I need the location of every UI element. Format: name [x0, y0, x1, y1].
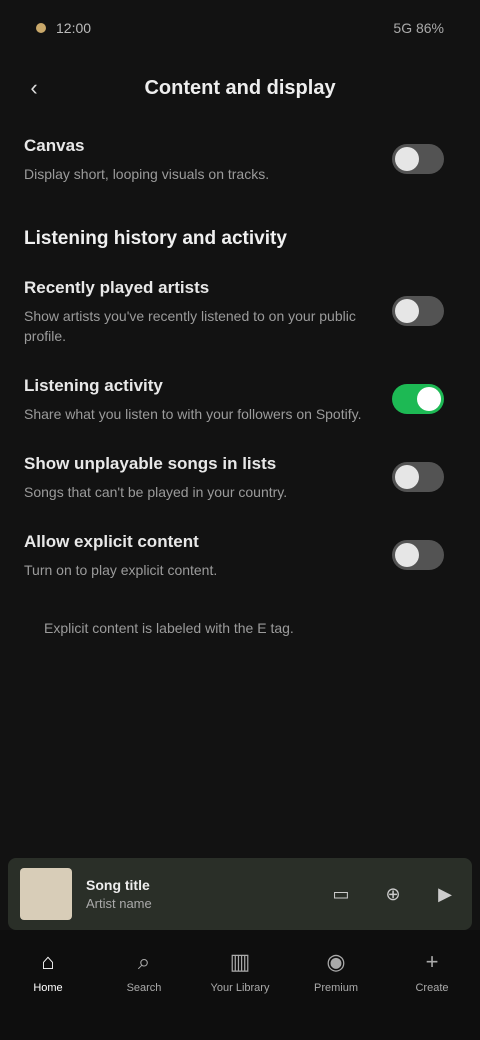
toggle-knob	[417, 387, 441, 411]
setting-title: Show unplayable songs in lists	[24, 454, 277, 473]
nav-label: Create	[415, 982, 449, 994]
nav-item-library[interactable]: ▥ Your Library	[200, 948, 280, 1040]
setting-description: Share what you listen to with your follo…	[24, 406, 362, 422]
library-icon: ▥	[229, 949, 251, 974]
nav-label: Home	[33, 982, 63, 994]
status-bar: 12:00 5G 86%	[0, 0, 480, 56]
back-button[interactable]: ‹	[16, 70, 52, 106]
setting-text: Listening activity Share what you listen…	[24, 374, 374, 424]
play-icon: ▶	[438, 883, 452, 904]
nav-label: Premium	[313, 982, 358, 994]
setting-description: Songs that can't be played in your count…	[24, 484, 288, 500]
toggle-knob	[395, 299, 419, 323]
setting-row-recent-artists: Recently played artists Show artists you…	[24, 262, 456, 360]
nav-label: Your Library	[210, 982, 270, 994]
toggle-knob	[395, 147, 419, 171]
back-arrow-icon: ‹	[30, 75, 38, 100]
setting-row-unplayable-songs: Show unplayable songs in lists Songs tha…	[24, 438, 456, 516]
status-dot-icon	[36, 23, 46, 33]
unplayable-songs-toggle[interactable]	[392, 462, 444, 492]
play-button[interactable]: ▶	[430, 879, 460, 909]
explicit-content-toggle[interactable]	[392, 540, 444, 570]
toggle-knob	[395, 465, 419, 489]
status-indicators: 5G 86%	[393, 20, 444, 36]
setting-text: Recently played artists Show artists you…	[24, 276, 374, 346]
create-icon: +	[425, 949, 439, 974]
search-icon: ⌕	[137, 949, 151, 974]
settings-content: Canvas Display short, looping visuals on…	[0, 120, 480, 638]
topbar: ‹ Content and display	[0, 56, 480, 120]
now-playing-title: Song title	[86, 877, 150, 893]
bottom-nav: ⌂ Home ⌕ Search ▥ Your Library ◉ Premium…	[0, 930, 480, 1040]
devices-icon: ▭	[332, 883, 350, 904]
setting-title: Recently played artists	[24, 278, 210, 297]
home-icon: ⌂	[41, 949, 55, 974]
setting-description: Show artists you've recently listened to…	[24, 308, 356, 344]
now-playing-controls: ▭ ⊕ ▶	[326, 879, 460, 909]
nav-item-premium[interactable]: ◉ Premium	[296, 948, 376, 1040]
canvas-toggle[interactable]	[392, 144, 444, 174]
setting-title: Listening activity	[24, 376, 163, 395]
nav-item-search[interactable]: ⌕ Search	[104, 948, 184, 1040]
status-left: 12:00	[36, 20, 91, 36]
section-header: Listening history and activity	[24, 228, 287, 249]
now-playing-artist: Artist name	[86, 896, 152, 911]
setting-text: Canvas Display short, looping visuals on…	[24, 134, 374, 184]
setting-title: Allow explicit content	[24, 532, 199, 551]
explicit-note: Explicit content is labeled with the E t…	[44, 620, 294, 636]
nav-item-home[interactable]: ⌂ Home	[8, 948, 88, 1040]
setting-text: Show unplayable songs in lists Songs tha…	[24, 452, 374, 502]
recent-artists-toggle[interactable]	[392, 296, 444, 326]
toggle-knob	[395, 543, 419, 567]
nav-label: Search	[126, 982, 162, 994]
setting-row-canvas: Canvas Display short, looping visuals on…	[24, 120, 456, 198]
status-time: 12:00	[56, 20, 92, 36]
setting-row-explicit-content: Allow explicit content Turn on to play e…	[24, 516, 456, 594]
setting-description: Display short, looping visuals on tracks…	[24, 166, 270, 182]
premium-icon: ◉	[326, 949, 346, 974]
listening-activity-toggle[interactable]	[392, 384, 444, 414]
setting-description: Turn on to play explicit content.	[24, 562, 218, 578]
nav-item-create[interactable]: + Create	[392, 948, 472, 1040]
devices-button[interactable]: ▭	[326, 879, 356, 909]
plus-circle-icon: ⊕	[385, 883, 401, 904]
now-playing-bar[interactable]: Song title Artist name ▭ ⊕ ▶	[8, 858, 472, 930]
setting-text: Allow explicit content Turn on to play e…	[24, 530, 374, 580]
setting-title: Canvas	[24, 136, 85, 155]
now-playing-info: Song title Artist name	[86, 877, 326, 911]
album-art	[20, 868, 72, 920]
add-button[interactable]: ⊕	[378, 879, 408, 909]
page-title: Content and display	[144, 76, 336, 99]
setting-row-listening-activity: Listening activity Share what you listen…	[24, 360, 456, 438]
